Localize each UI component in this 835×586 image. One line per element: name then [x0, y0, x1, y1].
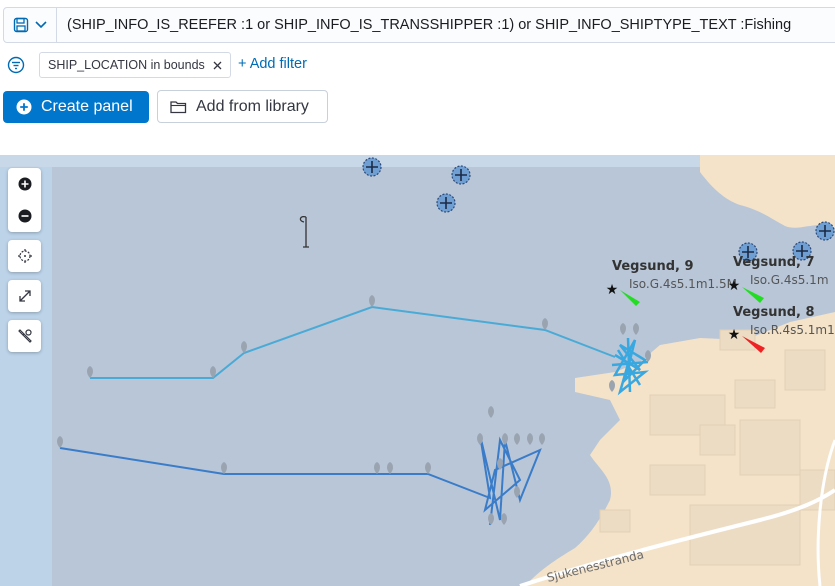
query-input[interactable]: (SHIP_INFO_IS_REEFER :1 or SHIP_INFO_IS_…: [56, 7, 835, 43]
beacon-detail: Iso.R.4s5.1m1: [750, 323, 835, 337]
beacon-detail: Iso.G.4s5.1m: [750, 273, 829, 287]
map-view[interactable]: Sjukenesstranda ★ Vegsund, 9 Iso.G.4s5.1…: [0, 155, 835, 586]
map-canvas[interactable]: Sjukenesstranda ★ Vegsund, 9 Iso.G.4s5.1…: [0, 155, 835, 586]
chevron-down-icon: [35, 21, 47, 29]
folder-icon: [170, 100, 187, 113]
tools-control: [8, 320, 41, 352]
zoom-controls: [8, 168, 41, 232]
filter-pill-ship-location[interactable]: SHIP_LOCATION in bounds: [39, 52, 231, 78]
tools-icon: [17, 329, 32, 343]
filter-bar: SHIP_LOCATION in bounds + Add filter: [0, 50, 835, 82]
locate-icon: [17, 249, 32, 263]
star-icon: ★: [728, 326, 741, 342]
saved-query-button[interactable]: [3, 7, 57, 43]
add-from-library-button[interactable]: Add from library: [157, 90, 328, 123]
fullscreen-button[interactable]: [8, 280, 41, 312]
create-panel-label: Create panel: [41, 98, 133, 115]
locate-control: [8, 240, 41, 272]
star-icon: ★: [728, 277, 741, 293]
beacon-name: Vegsund, 7: [733, 255, 815, 270]
filter-menu-icon[interactable]: [7, 56, 25, 74]
plus-circle-icon: [16, 99, 32, 115]
beacon-name: Vegsund, 8: [733, 305, 815, 320]
query-bar: (SHIP_INFO_IS_REEFER :1 or SHIP_INFO_IS_…: [0, 0, 835, 50]
create-panel-button[interactable]: Create panel: [3, 91, 149, 123]
tools-button[interactable]: [8, 320, 41, 352]
save-icon: [13, 17, 29, 33]
add-from-library-label: Add from library: [196, 97, 309, 115]
beacon-detail: Iso.G.4s5.1m1.5M: [629, 277, 737, 291]
add-filter-link[interactable]: + Add filter: [238, 56, 307, 72]
star-icon: ★: [606, 281, 619, 297]
zoom-in-button[interactable]: [8, 168, 41, 200]
panel-actions: Create panel Add from library: [0, 88, 835, 130]
fullscreen-icon: [18, 290, 31, 302]
filter-pill-label: SHIP_LOCATION in bounds: [48, 58, 205, 72]
zoom-in-icon: [18, 177, 31, 191]
beacon-name: Vegsund, 9: [612, 259, 694, 274]
zoom-out-icon: [18, 209, 31, 223]
fullscreen-control: [8, 280, 41, 312]
close-icon[interactable]: [213, 61, 222, 70]
locate-button[interactable]: [8, 240, 41, 272]
zoom-out-button[interactable]: [8, 200, 41, 232]
